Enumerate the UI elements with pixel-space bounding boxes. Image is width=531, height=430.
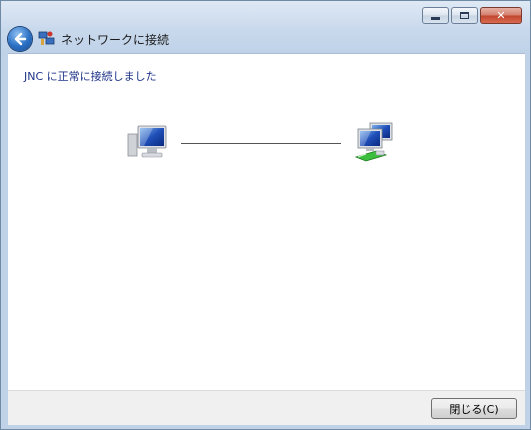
close-window-button[interactable]: ✕ xyxy=(480,7,522,24)
footer-bar: 閉じる(C) xyxy=(8,390,525,425)
back-arrow-icon xyxy=(14,32,27,46)
caption-buttons: ✕ xyxy=(422,7,522,24)
content-area: JNC に正常に接続しました xyxy=(8,53,525,391)
connection-status-message: JNC に正常に接続しました xyxy=(24,70,157,83)
network-icon xyxy=(354,122,393,162)
connection-line xyxy=(181,143,341,144)
computer-icon xyxy=(127,125,167,158)
maximize-button[interactable] xyxy=(451,7,478,24)
maximize-icon xyxy=(460,12,469,19)
window-title: ネットワークに接続 xyxy=(61,33,170,47)
minimize-button[interactable] xyxy=(422,7,449,24)
close-button[interactable]: 閉じる(C) xyxy=(431,398,517,419)
dialog-window: ✕ ネットワークに接続 JNC に正常に接続しました 閉じる(C) xyxy=(0,0,531,430)
back-button[interactable] xyxy=(8,27,32,51)
minimize-icon xyxy=(431,17,440,20)
close-icon: ✕ xyxy=(496,9,506,22)
network-connect-icon xyxy=(38,31,55,45)
